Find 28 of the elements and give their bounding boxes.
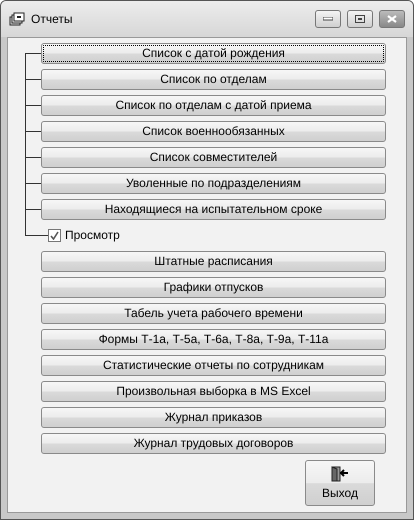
report-button[interactable]: Графики отпусков xyxy=(41,276,386,298)
cabinet-icon xyxy=(9,12,25,26)
close-button[interactable] xyxy=(379,10,405,28)
report-button[interactable]: Произвольная выборка в MS Excel xyxy=(41,380,386,402)
report-button[interactable]: Формы Т-1а, Т-5а, Т-6а, Т-8а, Т-9а, Т-11а xyxy=(41,328,386,350)
door-exit-icon xyxy=(331,466,349,482)
maximize-button[interactable] xyxy=(347,10,373,28)
report-button[interactable]: Список военнообязанных xyxy=(41,120,386,142)
report-button[interactable]: Находящиеся на испытательном сроке xyxy=(41,198,386,220)
report-button[interactable]: Журнал трудовых договоров xyxy=(41,432,386,454)
preview-checkbox[interactable] xyxy=(48,228,61,242)
report-button[interactable]: Список совместителей xyxy=(41,146,386,168)
report-button[interactable]: Уволенные по подразделениям xyxy=(41,172,386,194)
checkbox-label: Просмотр xyxy=(65,228,120,242)
report-button[interactable]: Список по отделам с датой приема xyxy=(41,94,386,116)
minimize-button[interactable] xyxy=(315,10,341,28)
report-button[interactable]: Список по отделам xyxy=(41,68,386,90)
report-button[interactable]: Табель учета рабочего времени xyxy=(41,302,386,324)
checkmark-icon xyxy=(50,230,59,240)
exit-button[interactable]: Выход xyxy=(305,460,375,506)
minimize-icon xyxy=(323,17,333,21)
window-title: Отчеты xyxy=(31,12,74,26)
report-button[interactable]: Список с датой рождения xyxy=(41,42,386,64)
report-button[interactable]: Штатные расписания xyxy=(41,250,386,272)
maximize-icon xyxy=(355,15,365,23)
close-icon xyxy=(387,15,397,23)
report-button[interactable]: Статистические отчеты по сотрудникам xyxy=(41,354,386,376)
report-button[interactable]: Журнал приказов xyxy=(41,406,386,428)
